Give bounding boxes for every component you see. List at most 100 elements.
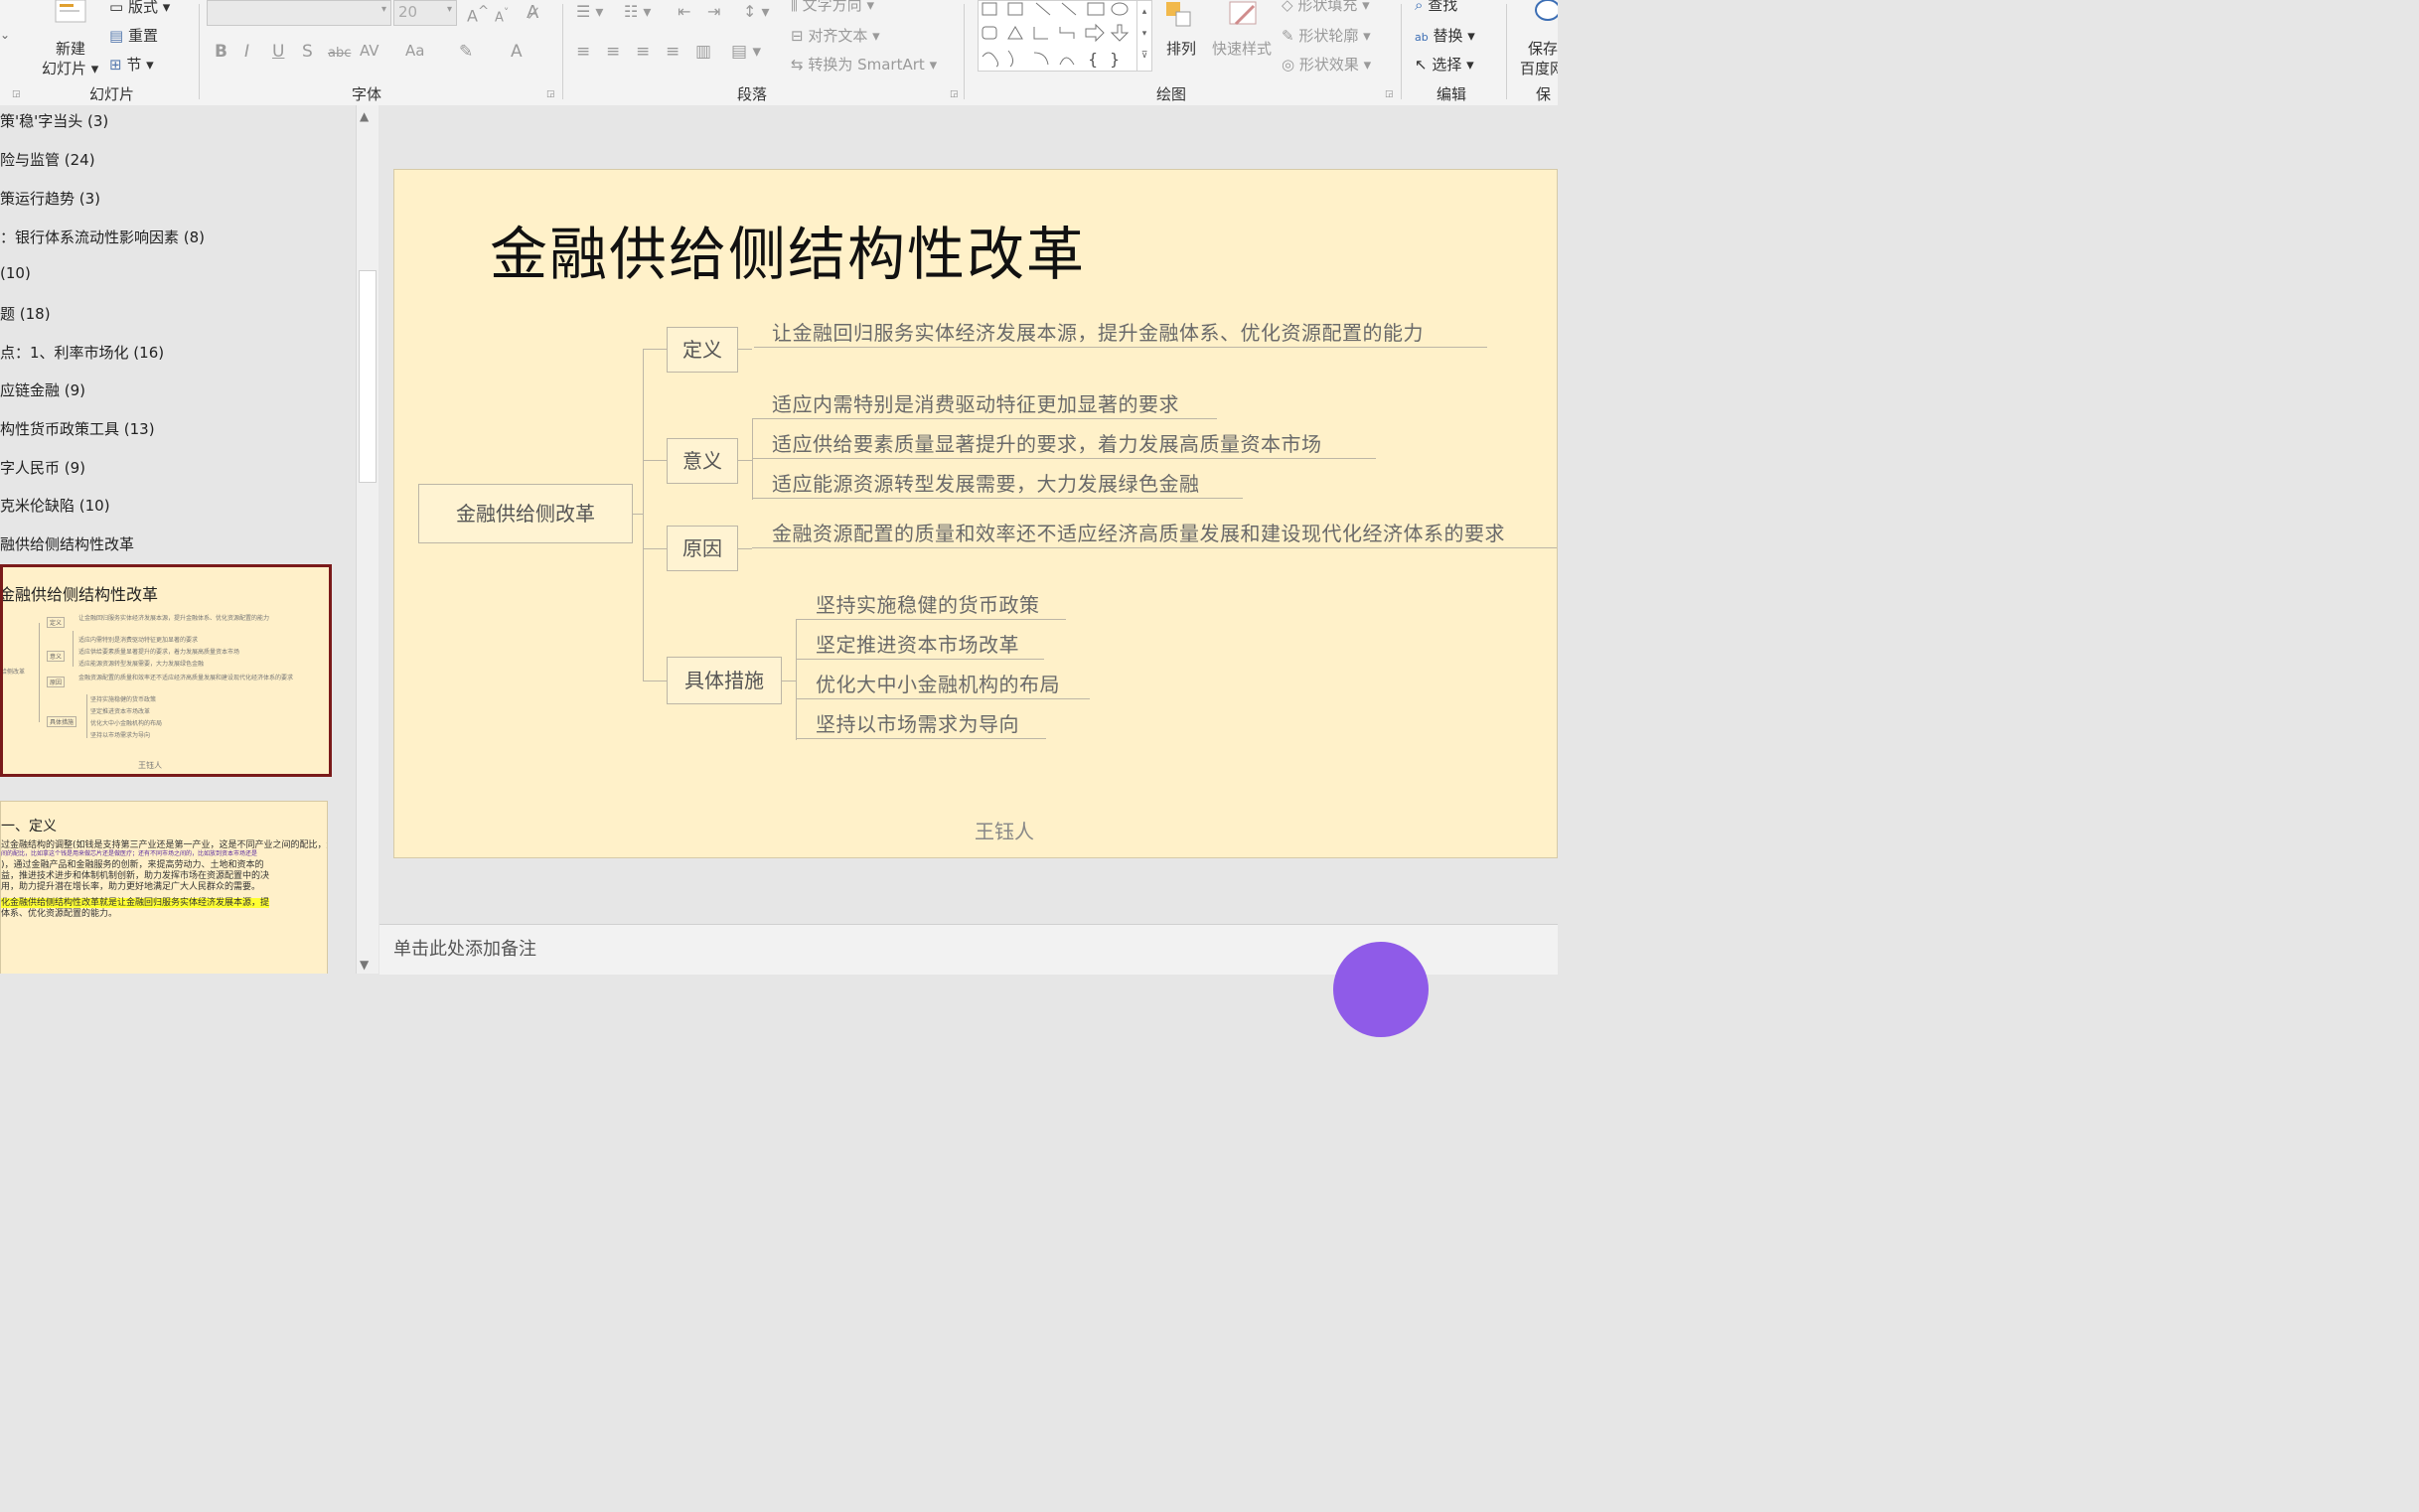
measure-item[interactable]: 优化大中小金融机构的布局 <box>816 669 1060 697</box>
reason-text[interactable]: 金融资源配置的质量和效率还不适应经济高质量发展和建设现代化经济体系的要求 <box>772 518 1505 546</box>
reset-icon: ▤ <box>109 27 124 45</box>
bullets-icon[interactable]: ☰ ▾ <box>576 2 603 21</box>
dialog-launcher-icon[interactable]: ◲ <box>950 89 959 99</box>
outline-item[interactable]: 策'稳'字当头 (3) <box>0 110 108 131</box>
save-baidu-label[interactable]: 百度网 <box>1520 58 1558 78</box>
section-button[interactable]: ⊞ 节 ▾ <box>109 54 154 75</box>
arrange-button[interactable]: 排列 <box>1166 38 1196 59</box>
drawing-group-label: 绘图 <box>1156 85 1187 103</box>
collapse-arrow-icon[interactable]: ⌄ <box>0 28 10 42</box>
quick-styles-button[interactable]: 快速样式 <box>1212 38 1272 59</box>
shape-effects-button[interactable]: ◎ 形状效果 ▾ <box>1282 54 1371 75</box>
save-button[interactable]: 保存 <box>1528 38 1558 59</box>
dialog-launcher-icon[interactable]: ◲ <box>1385 89 1394 99</box>
slide-title[interactable]: 金融供给侧结构性改革 <box>490 208 1086 291</box>
font-size-input[interactable]: 20 ▾ <box>393 0 457 26</box>
dialog-launcher-icon[interactable]: ◲ <box>546 89 555 99</box>
outline-item[interactable]: 险与监管 (24) <box>0 149 95 170</box>
decrease-indent-icon[interactable]: ⇤ <box>678 2 690 21</box>
slide-author[interactable]: 王钰人 <box>975 816 1034 844</box>
bold-button[interactable]: B <box>215 42 227 62</box>
font-color-button[interactable]: A <box>511 42 523 62</box>
outline-item[interactable]: 策运行趋势 (3) <box>0 188 100 209</box>
branch-reason[interactable]: 原因 <box>667 526 738 571</box>
underline-button[interactable]: U <box>272 42 284 62</box>
slide-canvas[interactable]: 金融供给侧结构性改革 金融供给侧改革 定义 意义 原因 具体措施 让金融回归服务… <box>393 169 1558 858</box>
shadow-button[interactable]: S <box>302 42 313 62</box>
branch-significance[interactable]: 意义 <box>667 438 738 484</box>
italic-button[interactable]: I <box>244 42 249 62</box>
notes-placeholder[interactable]: 单击此处添加备注 <box>393 935 536 961</box>
outline-item[interactable]: (10) <box>0 264 31 282</box>
slide-thumbnail-selected[interactable]: 金融供给侧结构性改革 给侧改革 定义 意义 原因 具体措施 让金融回归服务实体经… <box>0 564 332 777</box>
outline-item[interactable]: 题 (18) <box>0 303 51 324</box>
measure-item[interactable]: 坚持以市场需求为导向 <box>816 708 1019 737</box>
align-center-icon[interactable]: ≡ <box>606 42 620 62</box>
outline-item[interactable]: 构性货币政策工具 (13) <box>0 418 155 439</box>
thumbnail-line: 坚持以市场需求为导向 <box>90 732 151 739</box>
panel-scrollbar[interactable]: ▲ ▼ <box>356 105 378 974</box>
cloud-save-icon[interactable] <box>1530 0 1558 34</box>
outline-item[interactable]: 点：1、利率市场化 (16) <box>0 342 164 363</box>
convert-smartart-button[interactable]: ⇆ 转换为 SmartArt ▾ <box>791 54 937 75</box>
outline-item[interactable]: 融供给侧结构性改革 <box>0 533 134 554</box>
floating-assistant-button[interactable] <box>1333 942 1429 1037</box>
definition-text[interactable]: 让金融回归服务实体经济发展本源，提升金融体系、优化资源配置的能力 <box>772 317 1424 346</box>
change-case-button[interactable]: Aa <box>405 42 424 60</box>
align-right-icon[interactable]: ≡ <box>636 42 650 62</box>
significance-item[interactable]: 适应内需特别是消费驱动特征更加显著的要求 <box>772 388 1179 417</box>
thumbnail-connector <box>86 694 87 738</box>
connector <box>643 349 644 680</box>
outline-item[interactable]: ：银行体系流动性影响因素 (8) <box>0 227 205 247</box>
significance-item[interactable]: 适应能源资源转型发展需要，大力发展绿色金融 <box>772 468 1200 497</box>
scroll-down-icon[interactable]: ▼ <box>360 958 369 972</box>
shrink-font-icon[interactable]: A˅ <box>495 6 509 25</box>
thumbnail-line: 体系、优化资源配置的能力。 <box>1 909 118 919</box>
highlight-icon[interactable]: ✎ <box>459 42 473 62</box>
paragraph-settings-icon[interactable]: ▤ ▾ <box>731 42 761 62</box>
line-spacing-icon[interactable]: ↕ ▾ <box>743 2 770 21</box>
align-text-button[interactable]: ⊟ 对齐文本 ▾ <box>791 25 880 46</box>
arrange-icon[interactable] <box>1164 0 1200 38</box>
columns-icon[interactable]: ▥ <box>695 42 711 62</box>
strikethrough-button[interactable]: abc <box>328 46 351 61</box>
scroll-thumb[interactable] <box>359 270 377 483</box>
reset-button[interactable]: ▤ 重置 <box>109 25 158 46</box>
layout-button[interactable]: ▭ 版式 ▾ <box>109 0 170 17</box>
branch-definition[interactable]: 定义 <box>667 327 738 373</box>
gallery-scroll[interactable]: ▴ ▾ ⊽ <box>1136 1 1151 71</box>
new-slide-button[interactable]: 新建 <box>56 38 85 59</box>
grow-font-icon[interactable]: A^ <box>467 4 489 25</box>
connector <box>738 460 752 461</box>
measure-item[interactable]: 坚定推进资本市场改革 <box>816 629 1019 658</box>
new-slide-icon[interactable] <box>52 0 91 28</box>
numbering-icon[interactable]: ☷ ▾ <box>624 2 651 21</box>
outline-item[interactable]: 字人民币 (9) <box>0 457 85 478</box>
thumbnail-line: 适应能源资源转型发展需要，大力发展绿色金融 <box>78 661 205 668</box>
justify-icon[interactable]: ≡ <box>666 42 680 62</box>
clear-format-icon[interactable]: A̷ <box>527 2 538 23</box>
shape-outline-button[interactable]: ✎ 形状轮廓 ▾ <box>1282 25 1371 46</box>
font-name-input[interactable]: ▾ <box>207 0 391 26</box>
quick-styles-icon[interactable] <box>1226 0 1266 38</box>
text-direction-button[interactable]: ⫼ 文字方向 ▾ <box>791 0 874 15</box>
char-spacing-button[interactable]: AV <box>360 42 379 60</box>
shape-fill-button[interactable]: ◇ 形状填充 ▾ <box>1282 0 1370 15</box>
outline-item[interactable]: 应链金融 (9) <box>0 379 85 400</box>
significance-item[interactable]: 适应供给要素质量显著提升的要求，着力发展高质量资本市场 <box>772 428 1322 457</box>
increase-indent-icon[interactable]: ⇥ <box>707 2 720 21</box>
select-button[interactable]: ↖ 选择 ▾ <box>1415 54 1474 75</box>
new-slide-label-2[interactable]: 幻灯片 ▾ <box>42 58 98 78</box>
find-button[interactable]: ⌕ 查找 <box>1415 0 1457 15</box>
slide-thumbnail[interactable]: 一、定义 过金融结构的调整(如钱是支持第三产业还是第一产业，这是不同产业之间的配… <box>0 801 328 974</box>
align-left-icon[interactable]: ≡ <box>576 42 590 62</box>
outline-item[interactable]: 克米伦缺陷 (10) <box>0 495 110 516</box>
branch-measures[interactable]: 具体措施 <box>667 657 782 704</box>
scroll-up-icon[interactable]: ▲ <box>360 109 369 123</box>
mindmap-root[interactable]: 金融供给侧改革 <box>418 484 633 543</box>
dialog-launcher-icon[interactable]: ◲ <box>12 89 21 99</box>
replace-button[interactable]: ab 替换 ▾ <box>1415 25 1475 46</box>
measure-item[interactable]: 坚持实施稳健的货币政策 <box>816 589 1040 618</box>
shapes-gallery[interactable]: {} ▴ ▾ ⊽ <box>978 0 1152 72</box>
underline <box>752 458 1376 459</box>
